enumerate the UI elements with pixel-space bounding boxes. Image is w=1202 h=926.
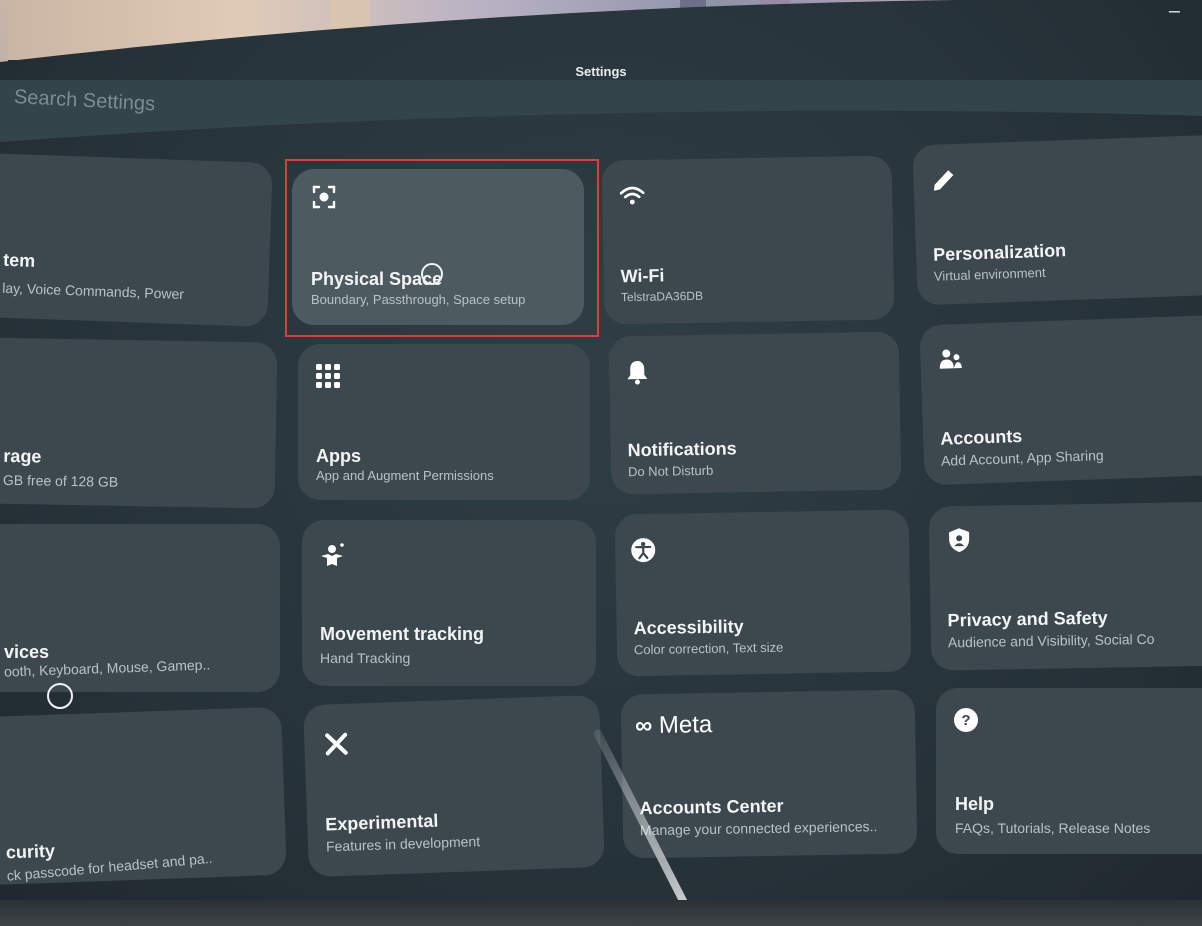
experimental-icon (325, 732, 348, 756)
tile-label: Notifications (627, 438, 737, 461)
pencil-icon (933, 170, 954, 191)
tile-subtitle: Virtual environment (933, 264, 1046, 284)
tile-experimental[interactable]: Experimental Features in development (303, 694, 605, 878)
tile-privacy-and-safety[interactable]: Privacy and Safety Audience and Visibili… (928, 501, 1202, 671)
tile-label: rage (3, 445, 42, 467)
tile-wifi[interactable]: Wi-Fi TelstraDA36DB (601, 155, 895, 325)
tile-accounts[interactable]: Accounts Add Account, App Sharing (919, 314, 1202, 486)
tile-label: Apps (316, 446, 361, 466)
meta-logo-icon: ∞ Meta (634, 710, 713, 740)
panel-bottom-edge (0, 900, 1202, 926)
tile-subtitle: Audience and Visibility, Social Co (947, 630, 1155, 651)
tile-subtitle: Add Account, App Sharing (940, 447, 1104, 469)
gaze-cursor (421, 263, 443, 285)
tile-notifications[interactable]: Notifications Do Not Disturb (608, 331, 902, 495)
tile-apps[interactable]: Apps App and Augment Permissions (298, 344, 590, 500)
tile-label: vices (4, 642, 50, 662)
tile-personalization[interactable]: Personalization Virtual environment (912, 134, 1202, 306)
controller-cursor (47, 683, 73, 709)
tile-subtitle: TelstraDA36DB (620, 288, 704, 305)
tile-label: Personalization (932, 240, 1067, 265)
accessibility-icon (631, 538, 656, 563)
help-icon: ? (954, 708, 978, 732)
minimize-button[interactable]: – (1169, 1, 1180, 21)
tile-movement-tracking[interactable]: Movement tracking Hand Tracking (302, 520, 596, 686)
movement-icon (321, 543, 344, 566)
tile-subtitle: Manage your connected experiences.. (639, 818, 878, 839)
tile-label: Accessibility (633, 616, 744, 639)
tile-label: Privacy and Safety (947, 607, 1108, 631)
tile-label: Wi-Fi (620, 265, 665, 287)
tile-label: tem (2, 249, 36, 271)
tile-storage[interactable]: rage GB free of 128 GB (0, 337, 278, 509)
window-title: Settings (575, 64, 627, 79)
svg-text:?: ? (961, 712, 970, 729)
tile-label: curity (5, 840, 56, 863)
tile-subtitle: GB free of 128 GB (2, 471, 119, 490)
tile-subtitle: Do Not Disturb (627, 462, 714, 480)
tile-subtitle: Hand Tracking (320, 650, 411, 666)
tile-subtitle: FAQs, Tutorials, Release Notes (955, 820, 1151, 836)
apps-grid-icon (316, 364, 340, 388)
tile-devices[interactable]: vices ooth, Keyboard, Mouse, Gamep.. (0, 524, 280, 692)
tile-label: Experimental (324, 810, 439, 835)
tile-label: Help (955, 794, 995, 814)
tile-accessibility[interactable]: Accessibility Color correction, Text siz… (614, 509, 912, 677)
tile-subtitle: lay, Voice Commands, Power (1, 279, 185, 303)
tile-security[interactable]: curity ck passcode for headset and pa.. (0, 706, 287, 886)
wifi-icon (619, 186, 645, 205)
tile-system[interactable]: tem lay, Voice Commands, Power (0, 152, 273, 328)
tile-subtitle: Color correction, Text size (633, 639, 784, 658)
tile-subtitle: App and Augment Permissions (316, 468, 494, 483)
tile-help[interactable]: ? Help FAQs, Tutorials, Release Notes (936, 688, 1202, 854)
tile-label: Accounts (939, 425, 1023, 449)
bell-icon (627, 361, 648, 385)
shield-icon (949, 528, 970, 553)
selection-highlight (285, 159, 599, 337)
tile-accounts-center[interactable]: ∞ Meta Accounts Center Manage your conne… (620, 689, 918, 859)
tile-subtitle: Features in development (325, 833, 481, 855)
people-icon (939, 349, 962, 369)
tile-label: Accounts Center (639, 795, 784, 819)
tile-label: Movement tracking (320, 624, 485, 644)
